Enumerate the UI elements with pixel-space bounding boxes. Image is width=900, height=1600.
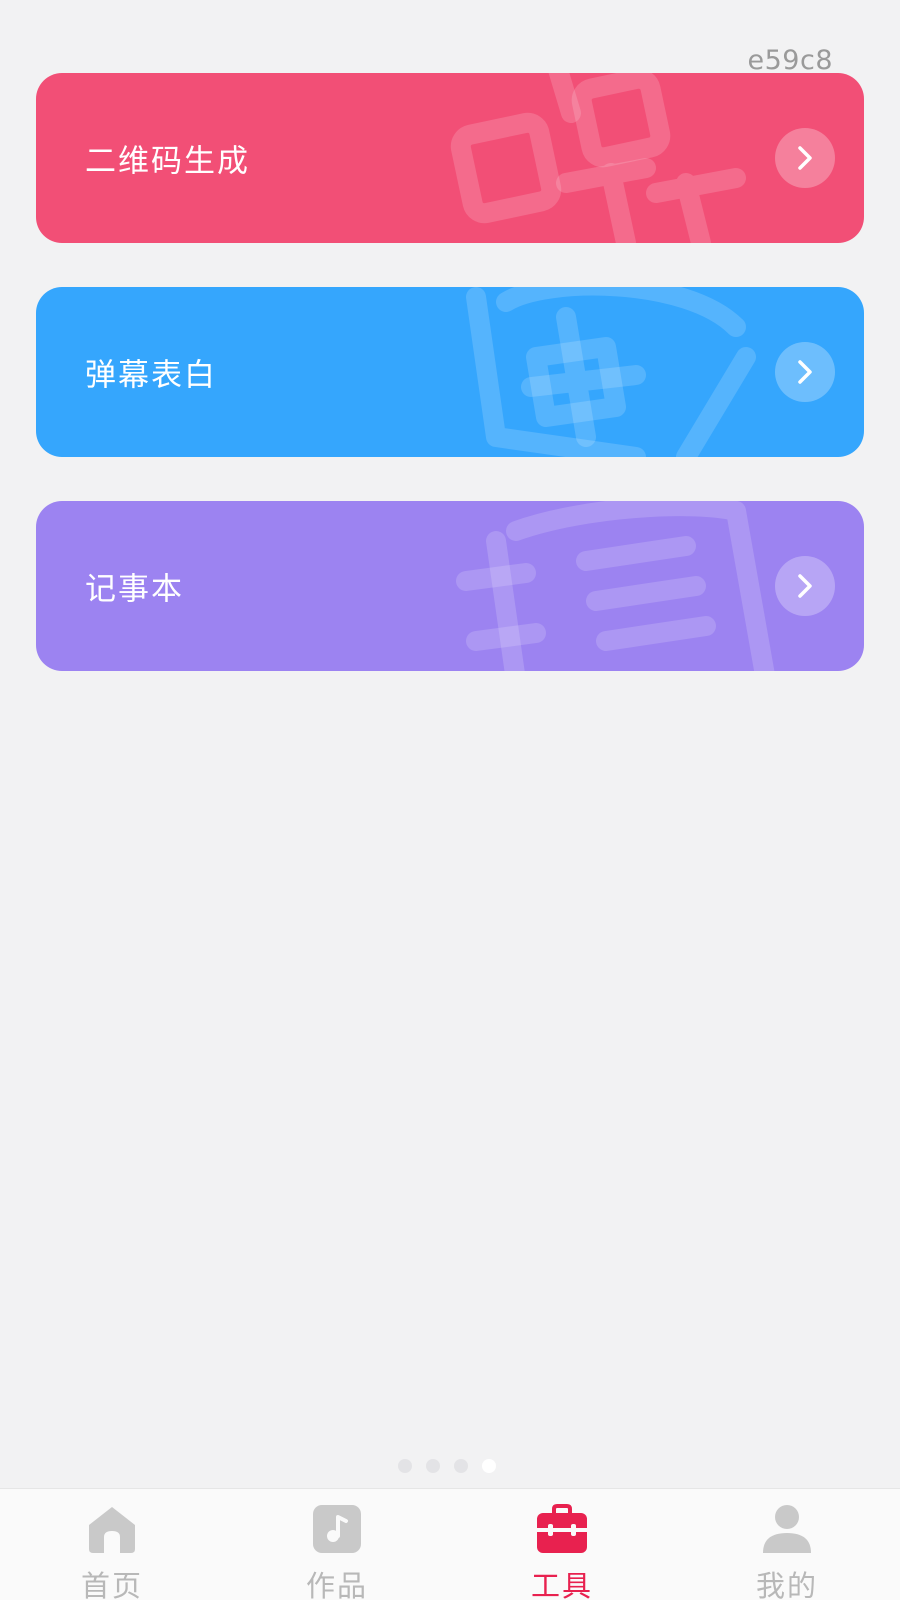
chevron-right-icon[interactable] [775, 128, 835, 188]
page-dot [454, 1459, 468, 1473]
tab-label: 首页 [80, 1569, 143, 1600]
qr-code-deco-icon [450, 73, 746, 243]
bullet-screen-deco-icon [466, 287, 756, 457]
card-label: 弹幕表白 [85, 357, 217, 394]
page-dot [426, 1459, 440, 1473]
page-dot [398, 1459, 412, 1473]
tab-tools[interactable]: 工具 [502, 1489, 622, 1600]
bottom-tab-bar: 首页 作品 工具 我的 [0, 1488, 900, 1600]
watermark-text: e59c8 [747, 45, 833, 76]
chevron-right-icon[interactable] [775, 556, 835, 616]
card-qr-code-generator[interactable]: 二维码生成 [36, 73, 864, 243]
page-indicator [398, 1459, 496, 1473]
card-label: 记事本 [85, 571, 184, 608]
music-works-icon [313, 1505, 361, 1553]
card-label: 二维码生成 [85, 143, 250, 180]
chevron-right-icon[interactable] [775, 342, 835, 402]
tab-home[interactable]: 首页 [52, 1489, 172, 1600]
card-notebook[interactable]: 记事本 [36, 501, 864, 671]
tools-page: e59c8 二维码生成 弹幕表白 记事本 首页 作品 工具 我的 [0, 0, 900, 1600]
tab-label: 我的 [755, 1569, 818, 1600]
home-icon [89, 1507, 135, 1553]
page-dot-active [482, 1459, 496, 1473]
tab-label: 工具 [530, 1569, 593, 1600]
tab-works[interactable]: 作品 [277, 1489, 397, 1600]
notebook-deco-icon [456, 501, 775, 671]
tab-label: 作品 [305, 1569, 368, 1600]
card-bullet-screen-confession[interactable]: 弹幕表白 [36, 287, 864, 457]
user-icon [763, 1505, 811, 1553]
toolbox-icon [537, 1504, 587, 1553]
tab-mine[interactable]: 我的 [727, 1489, 847, 1600]
